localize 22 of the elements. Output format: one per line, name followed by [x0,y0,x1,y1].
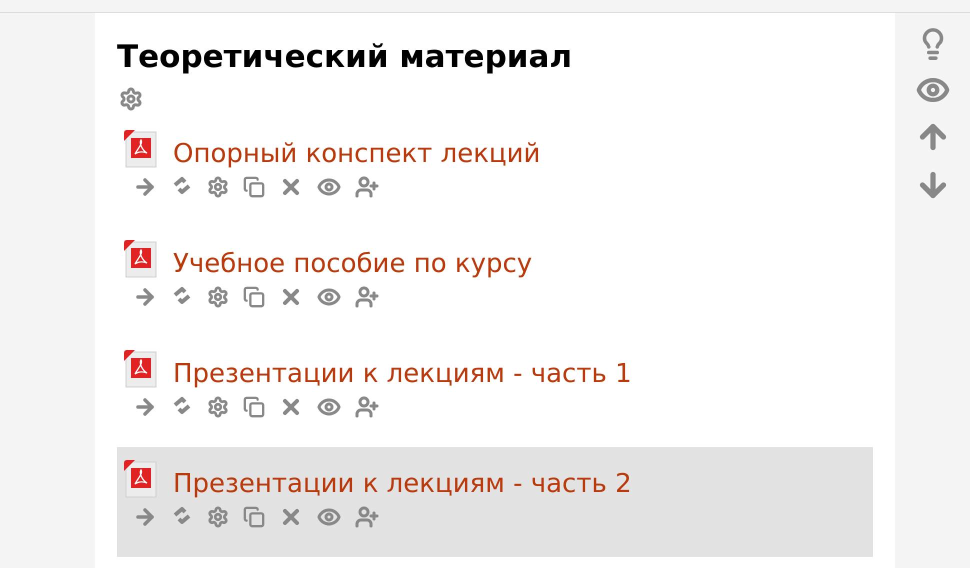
pdf-file-icon [123,239,159,279]
resource-link[interactable]: Опорный конспект лекций [173,139,540,169]
copy-icon[interactable] [243,286,265,308]
user-plus-icon[interactable] [355,175,379,199]
settings-icon[interactable] [207,396,229,418]
user-plus-icon[interactable] [355,395,379,419]
settings-icon[interactable] [207,286,229,308]
pdf-file-icon [123,349,159,389]
user-plus-icon[interactable] [355,505,379,529]
resource-link[interactable]: Презентации к лекциям - часть 2 [173,469,632,499]
copy-icon[interactable] [243,176,265,198]
settings-icon[interactable] [207,506,229,528]
copy-icon[interactable] [243,506,265,528]
settings-icon[interactable] [119,87,143,111]
copy-icon[interactable] [243,396,265,418]
user-plus-icon[interactable] [355,285,379,309]
section-title: Теоретический материал [117,38,574,77]
settings-icon[interactable] [207,176,229,198]
pdf-file-icon [123,459,159,499]
resource-link[interactable]: Презентации к лекциям - часть 1 [173,359,632,389]
pdf-file-icon [123,129,159,169]
resource-link[interactable]: Учебное пособие по курсу [173,249,532,279]
